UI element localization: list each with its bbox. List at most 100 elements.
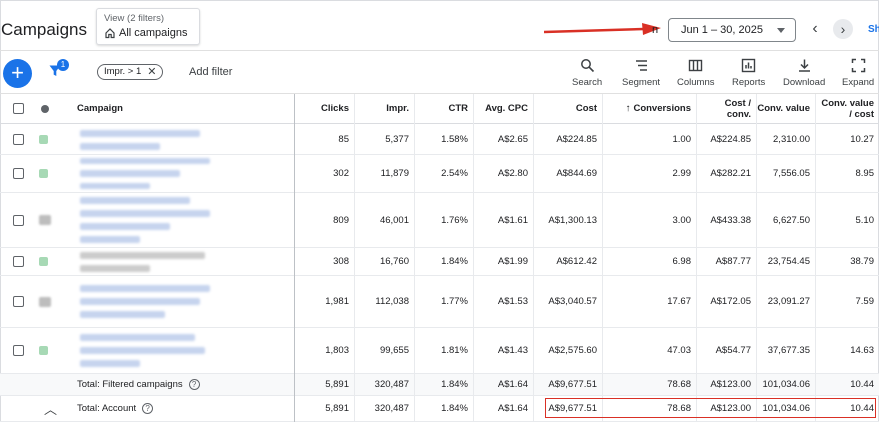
cell-impr: 5,377 [385,134,409,145]
status-dot-icon [41,104,49,113]
total-clicks: 5,891 [325,379,349,390]
redacted-text [80,347,205,354]
column-divider [414,94,415,422]
cell-conversions: 3.00 [672,214,692,226]
expand-icon [851,58,865,73]
cell-cost: A$2,575.60 [548,345,597,356]
status-enabled-icon [39,169,48,178]
help-icon[interactable]: ? [188,379,200,390]
col-header-conv-value[interactable]: Conv. value [756,94,815,123]
col-header-impr[interactable]: Impr. [354,94,414,123]
status-enabled-icon [39,346,48,355]
edge-cut-text[interactable]: Sh [868,24,879,35]
table-row[interactable]: 809 46,001 1.76% A$1.61 A$1,300.13 3.00 … [0,193,879,248]
col-header-value-per-cost[interactable]: Conv. value / cost [815,94,879,123]
select-all-checkbox[interactable] [13,103,24,114]
reports-tool-button[interactable]: Reports [732,58,765,88]
segment-tool-button[interactable]: Segment [622,58,660,88]
table-row[interactable]: 1,803 99,655 1.81% A$1.43 A$2,575.60 47.… [0,328,879,374]
previous-period-button[interactable]: ‹ [806,18,824,40]
columns-tool-label: Columns [677,77,715,88]
col-header-conversions[interactable]: ↑ Conversions [602,94,696,123]
add-filter-button[interactable]: Add filter [189,66,232,78]
campaign-name-redacted[interactable] [80,125,220,154]
campaign-name-redacted[interactable] [80,248,220,275]
row-checkbox[interactable] [13,256,24,267]
column-divider [473,94,474,422]
col-header-value-per-cost-label: Conv. value / cost [821,97,874,120]
cell-impr: 16,760 [379,256,409,267]
column-divider [533,94,534,422]
collapse-totals-cell[interactable]: ︿ [44,396,58,421]
search-icon [580,59,594,73]
row-checkbox-cell[interactable] [13,248,27,275]
close-icon[interactable]: ✕ [147,65,156,79]
total-filtered-label-cell: Total: Filtered campaigns ? [77,374,287,395]
cell-ctr: 1.81% [441,345,468,356]
cell-conv-value: 37,677.35 [767,345,810,356]
filter-count-badge: 1 [57,59,69,71]
columns-tool-button[interactable]: Columns [677,58,715,88]
col-header-campaign[interactable]: Campaign [77,94,277,123]
table-row[interactable]: 1,981 112,038 1.77% A$1.53 A$3,040.57 17… [0,276,879,328]
row-checkbox-cell[interactable] [13,193,27,247]
caret-down-icon [777,28,785,33]
col-header-cost-per-conv-label: Cost / conv. [724,97,751,120]
filter-chip[interactable]: Impr. > 1 ✕ [97,64,164,80]
cell-avg-cpc: A$1.99 [497,256,528,267]
account-ctr: 1.84% [441,403,468,414]
view-selector[interactable]: View (2 filters) All campaigns [96,8,200,45]
expand-tool-button[interactable]: Expand [842,58,874,88]
cell-value-per-cost: 14.63 [850,345,874,356]
total-cost: A$9,677.51 [548,379,597,390]
cell-impr: 112,038 [375,296,409,307]
cell-cost: A$224.85 [556,134,597,145]
help-icon[interactable]: ? [142,403,154,414]
cell-value-per-cost: 7.59 [855,296,875,307]
col-header-ctr[interactable]: CTR [414,94,473,123]
search-tool-button[interactable]: Search [572,58,602,88]
redacted-text [80,298,200,305]
segment-tool-label: Segment [622,77,661,88]
campaign-name-redacted[interactable] [80,328,220,373]
row-checkbox[interactable] [13,296,24,307]
cell-conv-value: 23,754.45 [767,256,810,267]
row-checkbox-cell[interactable] [13,155,27,192]
download-tool-button[interactable]: Download [783,58,825,88]
cell-clicks: 85 [338,134,349,145]
row-checkbox-cell[interactable] [13,125,27,154]
status-enabled-icon [39,135,48,144]
cell-cost: A$3,040.57 [548,296,597,307]
total-value-per-cost: 10.44 [850,379,874,390]
row-checkbox-cell[interactable] [13,328,27,373]
row-checkbox[interactable] [13,134,24,145]
row-status-cell [39,328,53,373]
row-checkbox[interactable] [13,214,24,226]
row-checkbox-cell[interactable] [13,276,27,327]
col-header-cost[interactable]: Cost [533,94,602,123]
cell-conv-value: 7,556.05 [773,168,810,179]
cell-value-per-cost: 38.79 [850,256,874,267]
date-range-picker[interactable]: Jun 1 – 30, 2025 [668,18,796,42]
col-header-cost-per-conv[interactable]: Cost / conv. [696,94,756,123]
campaign-name-redacted[interactable] [80,276,220,327]
chevron-up-icon[interactable]: ︿ [44,399,57,418]
search-tool-label: Search [572,77,603,88]
campaign-name-redacted[interactable] [80,155,220,192]
filter-chip-label: Impr. > 1 [104,66,142,77]
table-row[interactable]: 85 5,377 1.58% A$2.65 A$224.85 1.00 A$22… [0,125,879,155]
cell-conversions: 17.67 [667,296,691,307]
col-header-clicks[interactable]: Clicks [296,94,354,123]
next-period-button[interactable]: › [833,19,853,39]
row-checkbox[interactable] [13,168,24,179]
table-row[interactable]: 308 16,760 1.84% A$1.99 A$612.42 6.98 A$… [0,248,879,276]
add-button[interactable]: + [3,59,32,88]
select-all-checkbox-cell[interactable] [13,94,27,123]
campaign-name-redacted[interactable] [80,193,220,247]
download-tool-label: Download [783,77,826,88]
table-row[interactable]: 302 11,879 2.54% A$2.80 A$844.69 2.99 A$… [0,155,879,193]
row-checkbox[interactable] [13,345,24,356]
status-paused-icon [39,296,51,307]
cell-impr: 46,001 [379,214,409,226]
col-header-avg-cpc[interactable]: Avg. CPC [473,94,533,123]
